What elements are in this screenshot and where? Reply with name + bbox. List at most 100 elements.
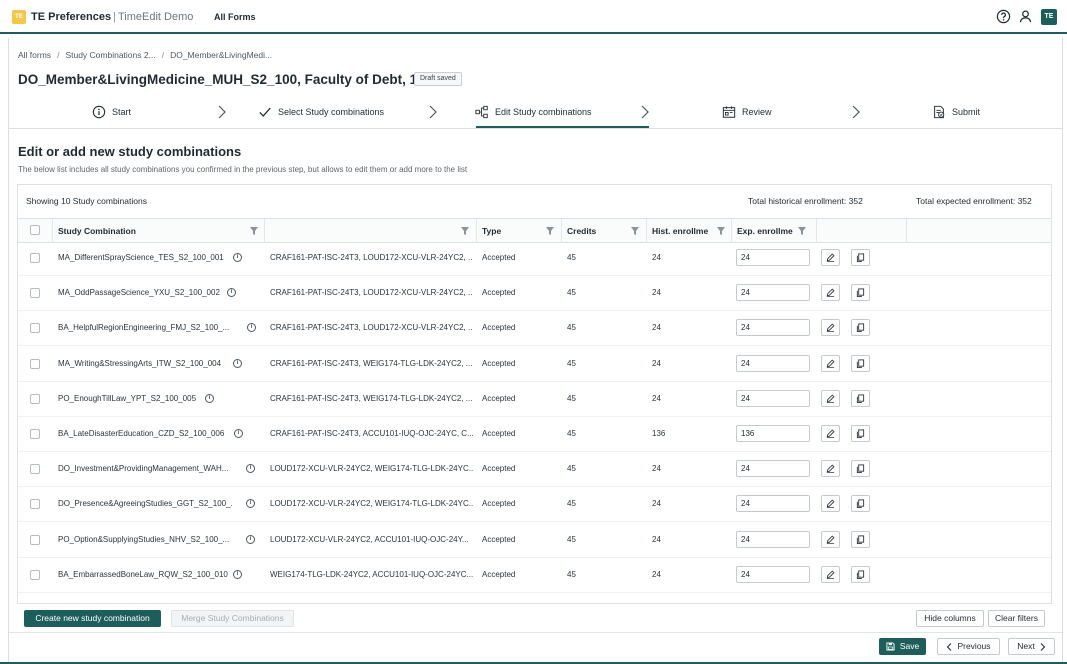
duplicate-row-button[interactable] (851, 495, 870, 512)
column-label: Credits (567, 226, 597, 236)
edit-row-button[interactable] (821, 531, 840, 548)
step-edit-study-combinations[interactable]: Edit Study combinations (475, 103, 592, 121)
column-type[interactable]: Type (477, 219, 562, 243)
next-button[interactable]: Next (1008, 638, 1055, 655)
breadcrumb-item-study-combinations[interactable]: Study Combinations 2... (65, 50, 155, 60)
exp-enrollment-input[interactable]: 24 (736, 355, 810, 372)
duplicate-row-button[interactable] (851, 355, 870, 372)
breadcrumb-item-all-forms[interactable]: All forms (18, 50, 51, 60)
row-checkbox[interactable] (30, 464, 40, 474)
edit-row-button[interactable] (821, 284, 840, 301)
table-row: MA_DifferentSprayScience_TES_S2_100_001 i… (18, 241, 1051, 276)
edit-row-button[interactable] (821, 566, 840, 583)
column-label: Hist. enrollme (652, 226, 709, 236)
page-title: DO_Member&LivingMedicine_MUH_S2_100, Fac… (18, 72, 433, 87)
select-all-checkbox[interactable] (30, 225, 40, 235)
exp-enrollment-input[interactable]: 24 (736, 284, 810, 301)
duplicate-row-button[interactable] (851, 531, 870, 548)
duplicate-row-button[interactable] (851, 390, 870, 407)
row-checkbox[interactable] (30, 394, 40, 404)
merge-study-combinations-button[interactable]: Merge Study Combinations (171, 610, 294, 627)
duplicate-row-button[interactable] (851, 566, 870, 583)
type-cell: Accepted (482, 570, 516, 579)
info-icon[interactable]: i (227, 288, 236, 297)
row-checkbox[interactable] (30, 535, 40, 545)
row-checkbox[interactable] (30, 429, 40, 439)
row-checkbox[interactable] (30, 253, 40, 263)
hist-enrollment-cell: 24 (652, 464, 661, 473)
info-icon[interactable]: i (246, 499, 255, 508)
column-hist-enrollment[interactable]: Hist. enrollme (647, 219, 732, 243)
exp-enrollment-input[interactable]: 136 (736, 425, 810, 442)
exp-enrollment-input[interactable]: 24 (736, 390, 810, 407)
info-icon[interactable]: i (205, 394, 214, 403)
help-icon[interactable] (996, 9, 1011, 24)
exp-enrollment-input[interactable]: 24 (736, 495, 810, 512)
table-row: PO_Option&SupplyingStudies_NHV_S2_100_..… (18, 523, 1051, 558)
row-checkbox[interactable] (30, 288, 40, 298)
row-checkbox[interactable] (30, 359, 40, 369)
info-icon[interactable]: i (246, 464, 255, 473)
previous-button[interactable]: Previous (937, 638, 1000, 655)
edit-row-button[interactable] (821, 460, 840, 477)
duplicate-row-button[interactable] (851, 425, 870, 442)
filter-icon[interactable] (798, 227, 806, 235)
duplicate-row-button[interactable] (851, 319, 870, 336)
create-study-combination-button[interactable]: Create new study combination (24, 610, 161, 627)
pencil-icon (826, 464, 835, 473)
duplicate-row-button[interactable] (851, 284, 870, 301)
info-icon[interactable]: i (247, 323, 256, 332)
filter-icon[interactable] (546, 227, 554, 235)
section-description: The below list includes all study combin… (18, 165, 468, 174)
info-icon[interactable]: i (234, 429, 243, 438)
credits-cell: 45 (567, 499, 576, 508)
row-checkbox[interactable] (30, 570, 40, 580)
filter-icon[interactable] (717, 227, 725, 235)
credits-cell: 45 (567, 429, 576, 438)
save-button[interactable]: Save (879, 638, 926, 655)
row-checkbox[interactable] (30, 499, 40, 509)
info-icon[interactable]: i (233, 253, 242, 262)
courses-cell: CRAF161-PAT-ISC-24T3, LOUD172-XCU-VLR-24… (270, 323, 473, 332)
hide-columns-button[interactable]: Hide columns (916, 610, 984, 627)
info-icon[interactable]: i (233, 359, 242, 368)
column-courses[interactable] (265, 219, 477, 243)
credits-cell: 45 (567, 464, 576, 473)
duplicate-row-button[interactable] (851, 460, 870, 477)
exp-enrollment-input[interactable]: 24 (736, 531, 810, 548)
next-label: Next (1017, 641, 1035, 651)
step-review[interactable]: Review (722, 103, 772, 121)
step-submit[interactable]: Submit (932, 103, 980, 121)
edit-row-button[interactable] (821, 249, 840, 266)
column-label: Exp. enrollme (737, 226, 793, 236)
step-start[interactable]: Start (92, 103, 131, 121)
edit-row-button[interactable] (821, 319, 840, 336)
table-row: PO_EnoughTillLaw_YPT_S2_100_005 i CRAF161-… (18, 382, 1051, 417)
exp-enrollment-input[interactable]: 24 (736, 249, 810, 266)
column-credits[interactable]: Credits (562, 219, 647, 243)
edit-row-button[interactable] (821, 425, 840, 442)
nav-all-forms-link[interactable]: All Forms (214, 12, 256, 22)
duplicate-row-button[interactable] (851, 249, 870, 266)
exp-enrollment-input[interactable]: 24 (736, 460, 810, 477)
study-combination-cell: BA_EmbarrassedBoneLaw_RQW_S2_100_010 (58, 570, 228, 579)
edit-row-button[interactable] (821, 390, 840, 407)
column-exp-enrollment[interactable]: Exp. enrollme (732, 219, 817, 243)
info-icon[interactable]: i (233, 570, 242, 579)
filter-icon[interactable] (631, 227, 639, 235)
exp-enrollment-input[interactable]: 24 (736, 566, 810, 583)
user-icon[interactable] (1018, 9, 1033, 24)
exp-enrollment-input[interactable]: 24 (736, 319, 810, 336)
clear-filters-button[interactable]: Clear filters (988, 610, 1045, 627)
filter-icon[interactable] (250, 227, 258, 235)
copy-icon (856, 359, 865, 368)
step-select-study-combinations[interactable]: Select Study combinations (258, 103, 384, 121)
step-label: Review (742, 107, 772, 117)
row-checkbox[interactable] (30, 323, 40, 333)
filter-icon[interactable] (461, 227, 469, 235)
info-icon[interactable]: i (246, 535, 255, 544)
edit-row-button[interactable] (821, 495, 840, 512)
edit-row-button[interactable] (821, 355, 840, 372)
column-study-combination[interactable]: Study Combination (53, 219, 265, 243)
user-avatar[interactable]: TE (1041, 9, 1057, 25)
